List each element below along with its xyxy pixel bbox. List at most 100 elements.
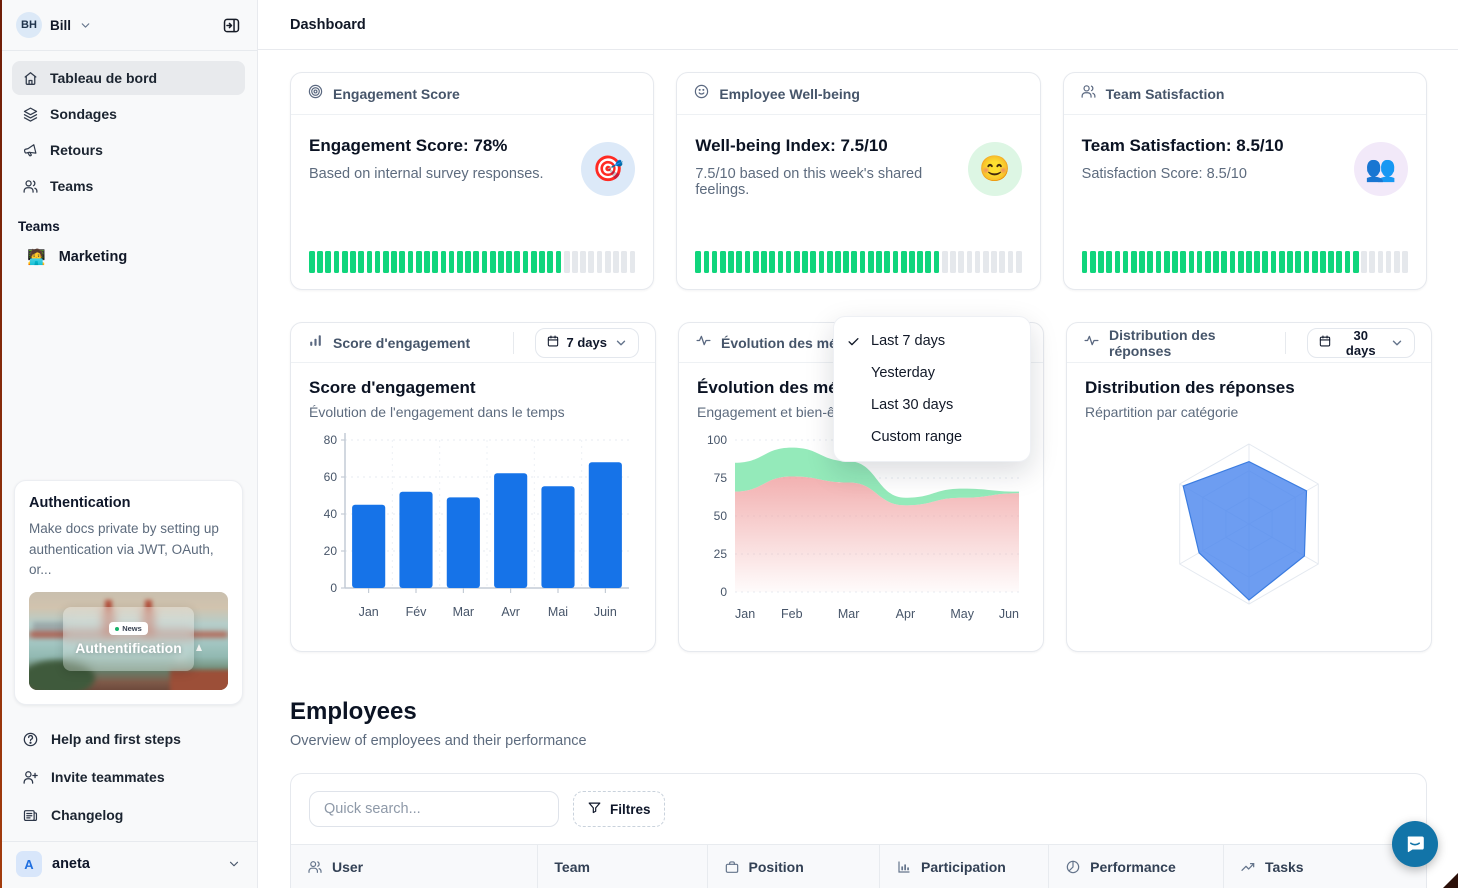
- sidebar-item-marketing[interactable]: 🧑‍💻 Marketing: [12, 240, 245, 274]
- sidebar-item-tableau-de-bord[interactable]: Tableau de bord: [12, 61, 245, 95]
- progress-segment: [1098, 251, 1104, 273]
- progress-segment: [1147, 251, 1153, 273]
- page-title: Dashboard: [290, 17, 366, 33]
- menu-item-last-7-days[interactable]: Last 7 days: [834, 325, 1030, 357]
- progress-segment: [769, 251, 775, 273]
- workspace-switcher[interactable]: A aneta: [0, 841, 257, 888]
- sidebar-item-sondages[interactable]: Sondages: [12, 97, 245, 131]
- promo-title: Authentication: [29, 495, 228, 511]
- sidebar-item-invite-teammates[interactable]: Invite teammates: [12, 759, 245, 795]
- menu-item-last-30-days[interactable]: Last 30 days: [834, 389, 1030, 421]
- range-select-button[interactable]: 30 days: [1307, 328, 1416, 358]
- progress-segment: [383, 251, 389, 273]
- progress-segment: [621, 251, 627, 273]
- promo-image: News Authentification: [29, 592, 228, 690]
- pie-chart-icon: [1065, 859, 1081, 875]
- collapse-sidebar-icon[interactable]: [222, 16, 241, 35]
- progress-segment: [1328, 251, 1334, 273]
- progress-segment: [1221, 251, 1227, 273]
- progress-segment: [1312, 251, 1318, 273]
- employees-title: Employees: [290, 698, 1458, 726]
- search-input[interactable]: [309, 791, 559, 827]
- progress-segment: [695, 251, 701, 273]
- progress-segment: [1353, 251, 1359, 273]
- progress-segment: [457, 251, 463, 273]
- progress-segment: [917, 251, 923, 273]
- progress-segment: [375, 251, 381, 273]
- svg-text:Mar: Mar: [453, 605, 475, 619]
- building-art: [170, 670, 228, 690]
- home-icon: [22, 70, 39, 87]
- sidebar-item-teams[interactable]: Teams: [12, 169, 245, 203]
- progress-segment: [325, 251, 331, 273]
- user-name[interactable]: Bill: [50, 18, 71, 33]
- progress-segment: [802, 251, 808, 273]
- progress-segment: [950, 251, 956, 273]
- column-header-position: Position: [708, 845, 881, 888]
- chart-title: Distribution des réponses: [1085, 378, 1413, 398]
- progress-segment: [1082, 251, 1088, 273]
- bar-chart-icon: [307, 332, 324, 354]
- svg-text:Apr: Apr: [896, 607, 915, 621]
- svg-text:Mai: Mai: [548, 605, 568, 619]
- users-icon: [1080, 83, 1097, 105]
- sidebar-item-retours[interactable]: Retours: [12, 133, 245, 167]
- authentication-promo-card[interactable]: Authentication Make docs private by sett…: [14, 480, 243, 705]
- progress-segment: [317, 251, 323, 273]
- divider: [1285, 332, 1286, 354]
- progress-segment: [580, 251, 586, 273]
- progress-segment: [893, 251, 899, 273]
- range-select-button[interactable]: 7 days: [535, 328, 639, 358]
- progress-segment: [424, 251, 430, 273]
- main-area: Dashboard Engagement Score Engagement Sc…: [258, 0, 1458, 888]
- menu-item-custom-range[interactable]: Custom range: [834, 421, 1030, 453]
- help-icon: [22, 731, 39, 748]
- progress-segment: [514, 251, 520, 273]
- chart-subtitle: Évolution de l'engagement dans le temps: [309, 404, 637, 420]
- sidebar-item-changelog[interactable]: Changelog: [12, 797, 245, 833]
- chevron-down-icon: [1390, 336, 1404, 350]
- progress-segment: [983, 251, 989, 273]
- menu-item-yesterday[interactable]: Yesterday: [834, 357, 1030, 389]
- chat-launcher-button[interactable]: [1392, 821, 1438, 867]
- progress-segment: [408, 251, 414, 273]
- engagement-score-card: Engagement Score Engagement Score: 78% B…: [290, 72, 654, 290]
- progress-segment: [712, 251, 718, 273]
- svg-text:0: 0: [330, 581, 337, 595]
- employees-toolbar: Filtres: [291, 774, 1426, 827]
- progress-segment: [1008, 251, 1014, 273]
- progress-segment: [1238, 251, 1244, 273]
- topbar: Dashboard: [258, 0, 1458, 50]
- column-header-performance: Performance: [1049, 845, 1224, 888]
- progress-segment: [753, 251, 759, 273]
- svg-text:75: 75: [714, 471, 728, 485]
- card-body: Score d'engagement Évolution de l'engage…: [291, 363, 655, 624]
- screen-corner-artifact: [1443, 873, 1458, 888]
- progress-segment: [1156, 251, 1162, 273]
- progress-segment: [630, 251, 636, 273]
- chevron-down-icon: [227, 857, 241, 871]
- progress-segment: [1106, 251, 1112, 273]
- user-avatar[interactable]: BH: [16, 12, 42, 38]
- wellbeing-card: Employee Well-being Well-being Index: 7.…: [676, 72, 1040, 290]
- team-satisfaction-card: Team Satisfaction Team Satisfaction: 8.5…: [1063, 72, 1427, 290]
- smile-emoji-badge: 😊: [968, 142, 1022, 196]
- progress-segment: [745, 251, 751, 273]
- svg-text:Fév: Fév: [406, 605, 428, 619]
- dart-emoji-badge: 🎯: [581, 142, 635, 196]
- progress-segment: [958, 251, 964, 273]
- progress-segment: [967, 251, 973, 273]
- progress-segment: [1279, 251, 1285, 273]
- engagement-chart-card: Score d'engagement 7 days Score d'engage…: [290, 322, 656, 652]
- progress-segment: [342, 251, 348, 273]
- calendar-icon: [1318, 334, 1332, 351]
- filters-button[interactable]: Filtres: [573, 791, 665, 827]
- progress-segment: [605, 251, 611, 273]
- progress-segment: [876, 251, 882, 273]
- column-header-participation: Participation: [880, 845, 1049, 888]
- user-plus-icon: [22, 769, 39, 786]
- sidebar-item-help-and-first-steps[interactable]: Help and first steps: [12, 721, 245, 757]
- promo-glass-overlay: News Authentification: [63, 607, 194, 671]
- sidebar: BH Bill Tableau de bord Sondages Retours…: [0, 0, 258, 888]
- chart-cards-row: Score d'engagement 7 days Score d'engage…: [290, 322, 1427, 652]
